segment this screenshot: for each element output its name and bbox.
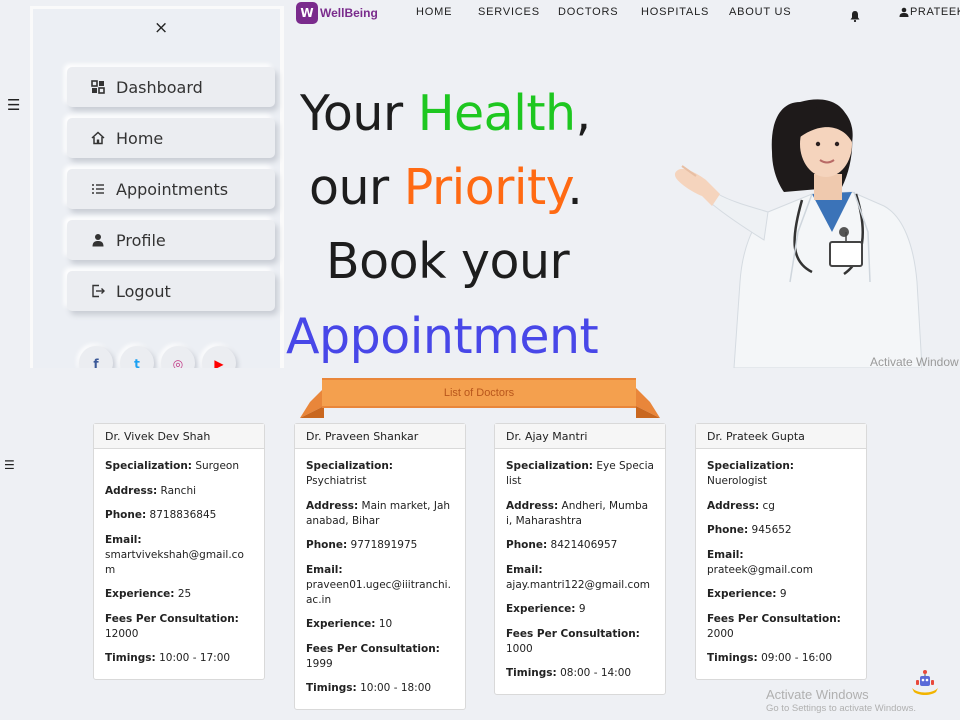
home-icon <box>89 129 107 147</box>
doctor-name: Dr. Prateek Gupta <box>696 424 866 449</box>
doctor-phone: Phone: 8421406957 <box>506 539 618 551</box>
doctor-card: Dr. Ajay Mantri Specialization: Eye Spec… <box>494 423 666 695</box>
doctor-specialization: Specialization: Eye Specialist <box>506 460 654 487</box>
doctor-timings: Timings: 09:00 - 16:00 <box>707 652 833 664</box>
menu-toggle-icon[interactable]: ☰ <box>7 98 20 113</box>
doctor-fees: Fees Per Consultation: 2000 <box>707 612 841 640</box>
hero-line-1: Your Health, <box>300 85 591 142</box>
sidebar-item-label: Logout <box>116 281 171 301</box>
close-icon[interactable]: × <box>154 18 168 38</box>
user-menu[interactable]: PRATEEK <box>899 6 960 18</box>
doctor-specialization: Specialization: Surgeon <box>105 460 240 472</box>
windows-watermark-top: Activate Window <box>870 355 959 369</box>
list-icon <box>89 180 107 198</box>
hero-line-4: Appointment <box>286 308 599 365</box>
user-icon <box>899 7 909 17</box>
doctor-experience: Experience: 9 <box>707 588 787 600</box>
doctor-card: Dr. Praveen Shankar Specialization: Psych… <box>294 423 466 710</box>
windows-watermark-subtitle: Go to Settings to activate Windows. <box>766 703 916 714</box>
sidebar-item-dashboard[interactable]: Dashboard <box>67 67 275 107</box>
doctor-address: Address: cg <box>707 499 775 512</box>
doctor-specialization: Specialization: Psychiatrist <box>306 460 394 487</box>
nav-home[interactable]: HOME <box>416 6 452 18</box>
doctor-specialization: Specialization: Nuerologist <box>707 460 795 487</box>
sidebar-item-label: Dashboard <box>116 77 203 97</box>
sidebar-item-label: Home <box>116 128 164 148</box>
menu-toggle-icon-2[interactable]: ☰ <box>4 459 15 471</box>
nav-about-us[interactable]: ABOUT US <box>729 6 791 18</box>
sidebar-item-label: Appointments <box>116 179 229 199</box>
section-ribbon: List of Doctors <box>300 378 660 420</box>
nav-doctors[interactable]: DOCTORS <box>558 6 618 18</box>
doctor-card: Dr. Vivek Dev Shah Specialization: Surge… <box>93 423 265 680</box>
chatbot-icon[interactable] <box>910 668 940 696</box>
nav-services[interactable]: SERVICES <box>478 6 540 18</box>
doctor-timings: Timings: 10:00 - 18:00 <box>306 682 432 694</box>
doctor-name: Dr. Praveen Shankar <box>295 424 465 449</box>
user-doctor-icon <box>89 231 107 249</box>
wellbeing-logo-icon: W <box>296 2 318 24</box>
sidebar-item-appointments[interactable]: Appointments <box>67 169 275 209</box>
brand-logo[interactable]: W WellBeing <box>296 2 378 24</box>
doctor-illustration <box>674 99 922 368</box>
doctor-name: Dr. Vivek Dev Shah <box>94 424 264 449</box>
user-name: PRATEEK <box>910 6 960 18</box>
doctor-phone: Phone: 9771891975 <box>306 539 418 551</box>
nav-hospitals[interactable]: HOSPITALS <box>641 6 709 18</box>
section-title: List of Doctors <box>443 387 515 399</box>
doctor-phone: Phone: 945652 <box>707 524 792 536</box>
doctor-fees: Fees Per Consultation: 1000 <box>506 627 640 655</box>
hero-line-3: Book your <box>326 233 570 290</box>
doctor-fees: Fees Per Consultation: 12000 <box>105 612 239 640</box>
doctor-address: Address: Main market, Jahanabad, Bihar <box>306 499 451 527</box>
doctor-address: Address: Ranchi <box>105 484 197 497</box>
doctor-timings: Timings: 10:00 - 17:00 <box>105 652 231 664</box>
logout-icon <box>89 282 107 300</box>
doctor-email: Email: ajay.mantri122@gmail.com <box>506 563 650 591</box>
brand-name: WellBeing <box>320 6 378 20</box>
doctor-email: Email: prateek@gmail.com <box>707 548 813 576</box>
dashboard-icon <box>89 78 107 96</box>
hero-section: ☰ × Dashboard Home Appointments Profile … <box>0 0 960 369</box>
doctor-experience: Experience: 10 <box>306 618 393 630</box>
sidebar: × Dashboard Home Appointments Profile Lo… <box>30 6 284 368</box>
doctor-card: Dr. Prateek Gupta Specialization: Nuerolo… <box>695 423 867 680</box>
windows-watermark-title: Activate Windows <box>766 687 869 702</box>
sidebar-item-label: Profile <box>116 230 166 250</box>
sidebar-item-logout[interactable]: Logout <box>67 271 275 311</box>
doctor-email: Email: smartvivekshah@gmail.com <box>105 533 244 576</box>
doctor-fees: Fees Per Consultation: 1999 <box>306 642 440 670</box>
sidebar-item-profile[interactable]: Profile <box>67 220 275 260</box>
doctor-name: Dr. Ajay Mantri <box>495 424 665 449</box>
sidebar-item-home[interactable]: Home <box>67 118 275 158</box>
hero-line-2: our Priority. <box>309 159 583 216</box>
bell-icon[interactable] <box>849 7 861 26</box>
doctor-timings: Timings: 08:00 - 14:00 <box>506 667 632 679</box>
doctor-experience: Experience: 9 <box>506 603 586 615</box>
doctor-email: Email: praveen01.ugec@iiitranchi.ac.in <box>306 563 451 606</box>
doctor-phone: Phone: 8718836845 <box>105 509 217 521</box>
doctor-experience: Experience: 25 <box>105 588 192 600</box>
doctor-address: Address: Andheri, Mumbai, Maharashtra <box>506 499 649 527</box>
